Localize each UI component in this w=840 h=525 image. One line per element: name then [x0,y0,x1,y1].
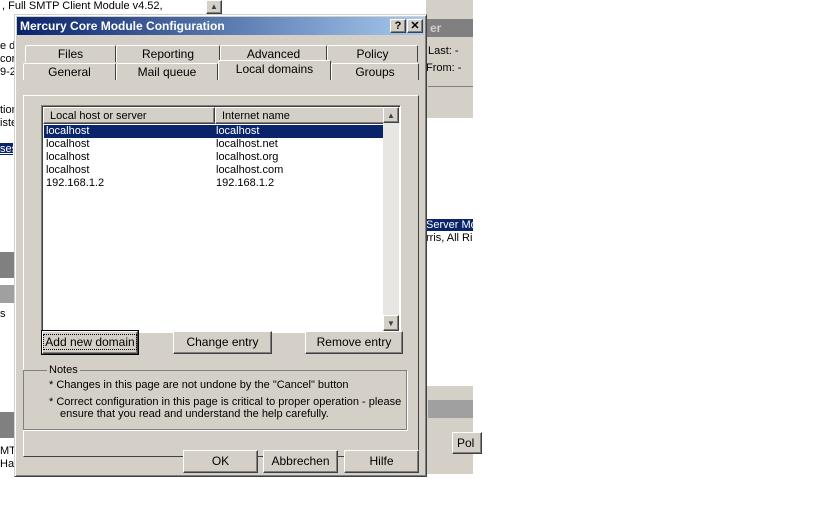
bg-right-band [428,400,473,418]
bg-text-line-2: e d [0,40,16,52]
bg-pol-button[interactable]: Pol [452,432,482,454]
row-host: 192.168.1.2 [46,177,105,189]
tab-reporting[interactable]: Reporting [116,45,220,62]
tab-policy[interactable]: Policy [327,45,418,62]
bg-scroll-up-icon[interactable]: ▲ [206,0,222,14]
bg-right-title: er [430,21,442,35]
bg-text-line-3: cor [0,53,16,65]
config-dialog: Mercury Core Module Configuration ? ✕ Fi… [14,14,427,477]
tab-local-domains[interactable]: Local domains [218,60,331,80]
bg-right-pane [428,86,473,119]
dialog-title: Mercury Core Module Configuration [20,19,225,33]
tab-files[interactable]: Files [25,45,116,62]
help-icon[interactable]: ? [390,19,406,33]
note-line-3: ensure that you read and understand the … [60,408,329,420]
tab-mail-queue[interactable]: Mail queue [116,63,218,80]
scroll-up-icon[interactable]: ▲ [383,107,399,123]
row-internet: localhost [216,125,260,137]
row-host: localhost [46,138,90,150]
cancel-button[interactable]: Abbrechen [263,450,338,473]
list-vertical-scrollbar[interactable]: ▲ ▼ [383,107,399,331]
row-host: localhost [46,151,90,163]
list-row[interactable]: 192.168.1.2 192.168.1.2 [44,177,384,190]
bg-gray-band-1 [0,252,14,278]
bg-last-label: Last: - [428,45,459,57]
list-row[interactable]: localhost localhost.net [44,138,384,151]
bg-text-line-7: s [0,308,6,320]
change-entry-button[interactable]: Change entry [173,331,272,354]
row-internet: localhost.net [216,138,278,150]
bg-pol-label: Pol [457,436,475,450]
bg-right-text-area [426,118,473,386]
add-domain-button[interactable]: Add new domain [41,330,139,355]
row-host: localhost [46,125,90,137]
bg-server-line: Server Mo [426,219,473,231]
ok-button[interactable]: OK [183,450,258,473]
notes-legend: Notes [47,364,80,376]
close-icon[interactable]: ✕ [407,19,423,33]
bg-from-label: From: - [426,62,462,74]
help-button[interactable]: Hilfe [344,450,419,473]
list-row[interactable]: localhost localhost.com [44,164,384,177]
dialog-titlebar[interactable]: Mercury Core Module Configuration ? ✕ [17,17,424,35]
domains-listview[interactable]: Local host or server Internet name local… [41,105,401,333]
list-row[interactable]: localhost localhost.org [44,151,384,164]
add-domain-label: Add new domain [43,334,137,350]
tab-general[interactable]: General [23,63,116,80]
bg-gray-band-3 [0,412,14,438]
row-host: localhost [46,164,90,176]
column-header-internet[interactable]: Internet name [215,107,385,124]
row-internet: 192.168.1.2 [216,177,275,189]
bg-link-line[interactable]: ses [0,143,13,155]
scroll-down-icon[interactable]: ▼ [383,315,399,331]
bg-gray-band-2 [0,285,14,303]
bg-text-line-1: , Full SMTP Client Module v4.52, [2,0,163,12]
list-row[interactable]: localhost localhost [44,125,384,138]
row-internet: localhost.com [216,164,284,176]
remove-entry-button[interactable]: Remove entry [305,331,403,354]
tab-groups[interactable]: Groups [331,63,419,80]
row-internet: localhost.org [216,151,279,163]
note-line-1: * Changes in this page are not undone by… [49,379,349,391]
bg-rights-line: rris, All Rig [426,232,473,244]
column-header-host[interactable]: Local host or server [43,107,215,124]
